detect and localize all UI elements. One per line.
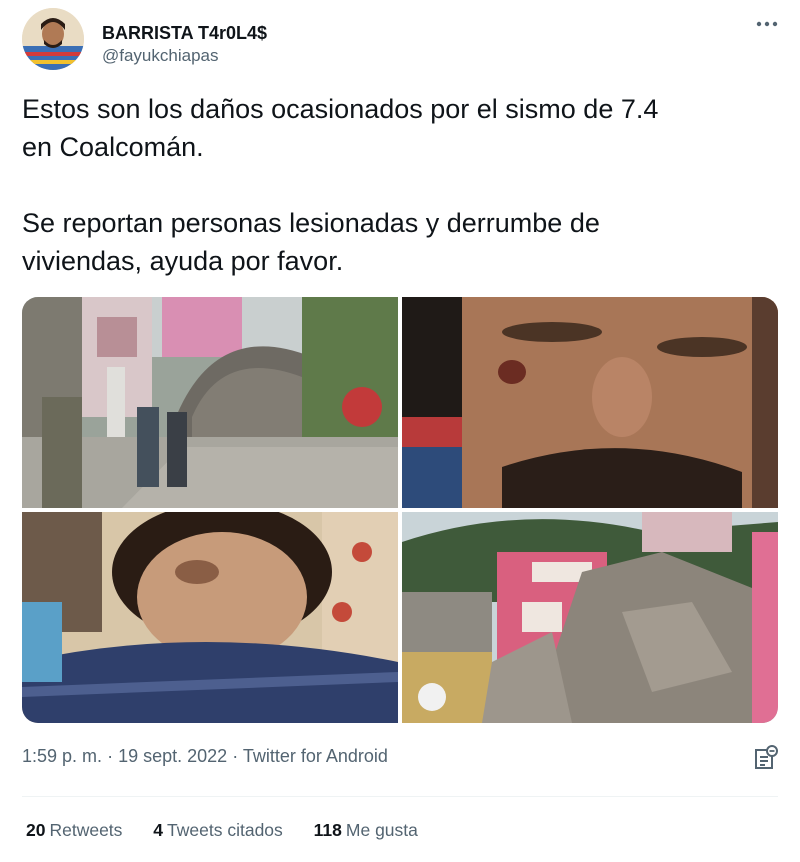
analytics-icon[interactable] (752, 744, 778, 772)
photo-collapsed-houses[interactable] (402, 512, 778, 723)
likes-count: 118 (313, 820, 342, 840)
retweets-label: Retweets (49, 820, 123, 840)
photo-injured-face[interactable] (402, 297, 778, 508)
likes-stat[interactable]: 118 Me gusta (314, 820, 418, 841)
retweets-stat[interactable]: 20 Retweets (26, 820, 122, 841)
more-dots-icon[interactable] (754, 14, 780, 34)
tweet-header: BARRISTA T4r0L4$ @fayukchiapas (22, 8, 782, 78)
avatar[interactable] (22, 8, 84, 70)
photo-injured-man-lying[interactable] (22, 512, 398, 723)
photo-street-boulder[interactable] (22, 297, 398, 508)
meta-separator: · (232, 746, 239, 766)
tweet-date[interactable]: 19 sept. 2022 (118, 746, 227, 766)
tweet-source[interactable]: Twitter for Android (243, 746, 388, 766)
tweet-media-grid (22, 297, 778, 723)
tweet-time[interactable]: 1:59 p. m. (22, 746, 102, 766)
tweet-meta: 1:59 p. m. · 19 sept. 2022 · Twitter for… (22, 746, 388, 767)
quotes-count: 4 (153, 820, 164, 840)
likes-label: Me gusta (345, 820, 418, 840)
author-display-name[interactable]: BARRISTA T4r0L4$ (102, 23, 267, 44)
tweet-text: Estos son los daños ocasionados por el s… (22, 94, 659, 276)
author-handle[interactable]: @fayukchiapas (102, 46, 219, 66)
divider (22, 796, 778, 797)
quotes-label: Tweets citados (167, 820, 283, 840)
meta-separator: · (107, 746, 114, 766)
retweets-count: 20 (26, 820, 46, 840)
quotes-stat[interactable]: 4 Tweets citados (153, 820, 282, 841)
tweet-stats: 20 Retweets 4 Tweets citados 118 Me gusta (26, 820, 444, 841)
